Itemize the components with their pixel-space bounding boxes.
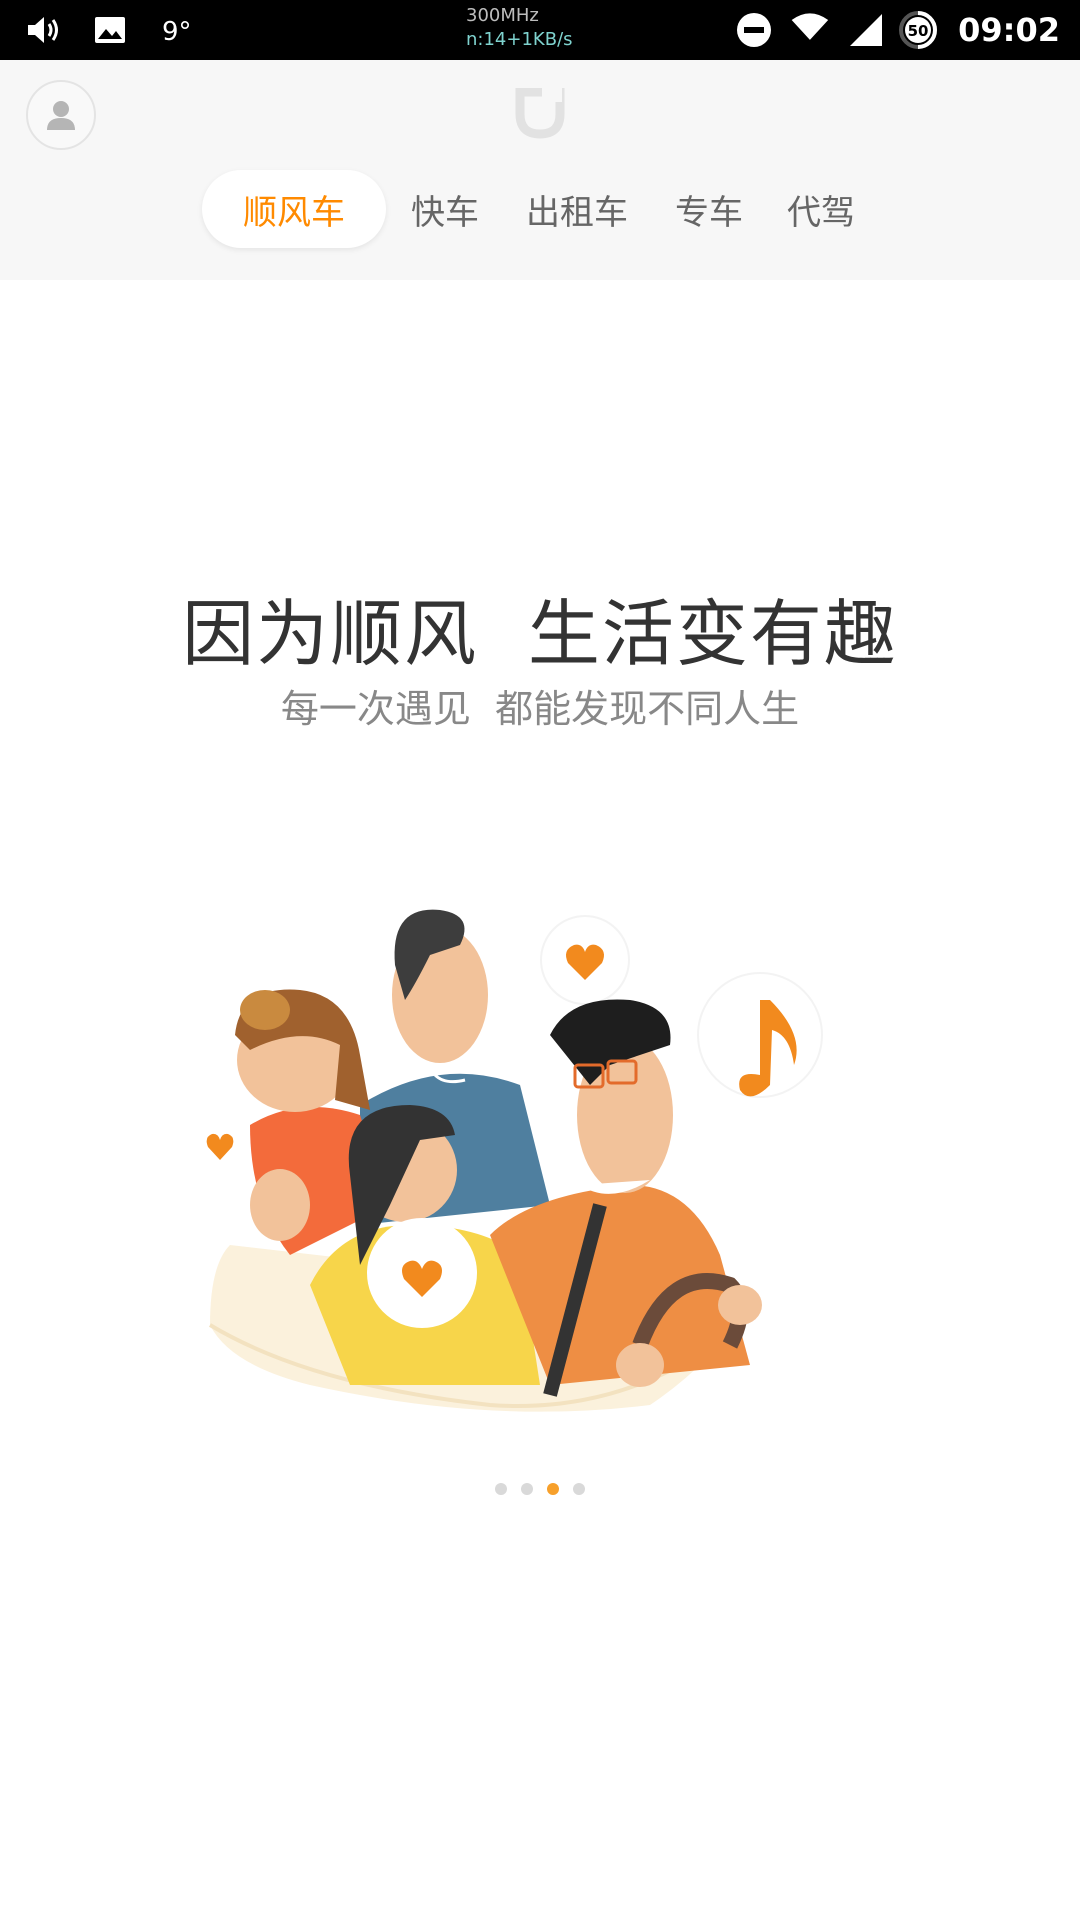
carpool-illustration: [198, 909, 823, 1412]
wifi-icon: [791, 13, 829, 40]
signal-icon: [850, 14, 883, 46]
user-icon: [47, 101, 75, 130]
tab-label: 专车: [675, 192, 743, 233]
onboarding-carousel[interactable]: 因为顺风 生活变有趣 每一次遇见 都能发现不同人生: [0, 280, 1080, 1920]
battery-level: 50: [908, 22, 929, 40]
status-bar-right: 50 09:02: [734, 8, 1060, 52]
page-dot[interactable]: [521, 1483, 533, 1495]
status-bar: 9° 300MHz n:14+1KB/s 50 09:02: [0, 0, 1080, 60]
tab-label: 快车: [411, 192, 479, 233]
svg-text:9°: 9°: [162, 17, 192, 47]
tab-label: 顺风车: [243, 192, 345, 233]
network-speed: n:14+1KB/s: [466, 29, 573, 50]
service-tabs: 顺风车 快车 出租车 专车 代驾: [0, 170, 1080, 250]
page-subtitle: 每一次遇见 都能发现不同人生: [280, 687, 800, 731]
battery-icon: 50: [899, 11, 938, 49]
weather-icon: 9°: [162, 17, 192, 47]
cpu-frequency: 300MHz: [466, 5, 539, 26]
volume-icon: [28, 17, 58, 43]
app-header: 顺风车 快车 出租车 专车 代驾: [0, 60, 1080, 280]
didi-logo-icon: [515, 88, 565, 139]
tab-label: 出租车: [526, 192, 628, 233]
gallery-icon: [95, 17, 125, 43]
dnd-icon: [737, 13, 772, 47]
page-title: 因为顺风 生活变有趣: [182, 592, 898, 676]
tab-express[interactable]: 快车: [400, 170, 490, 248]
tab-taxi[interactable]: 出租车: [512, 170, 642, 248]
page-dot[interactable]: [495, 1483, 507, 1495]
tab-hitch[interactable]: 顺风车: [202, 170, 386, 248]
clock: 09:02: [958, 11, 1060, 49]
user-avatar-button[interactable]: [26, 80, 96, 150]
network-info: 300MHz n:14+1KB/s: [466, 4, 616, 52]
page-dot[interactable]: [573, 1483, 585, 1495]
tab-label: 代驾: [787, 192, 855, 233]
page-dot-active[interactable]: [547, 1483, 559, 1495]
status-bar-left: 9°: [24, 10, 196, 50]
tab-designated-driver[interactable]: 代驾: [776, 170, 866, 248]
tab-premier[interactable]: 专车: [664, 170, 754, 248]
page-indicator: [0, 1483, 1080, 1495]
